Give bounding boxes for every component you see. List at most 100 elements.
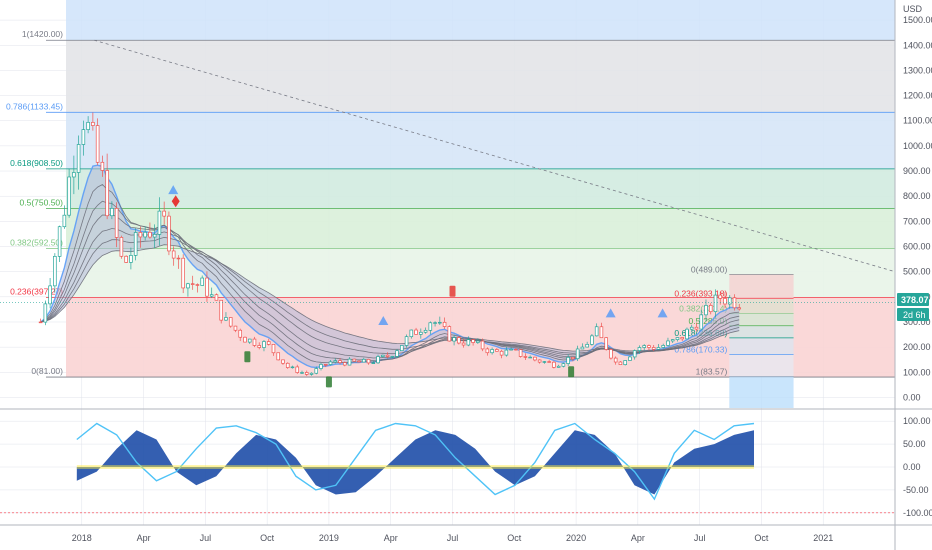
candle-body [580, 346, 585, 350]
candle-body [651, 347, 656, 350]
candle-body [466, 339, 471, 346]
candle-body [376, 356, 380, 364]
candle-body [471, 339, 475, 343]
chart-canvas[interactable]: 1(1420.00) 0.786(1133.45) 0.618(908.50) 0.5… [0, 0, 932, 550]
time-tick-label: 2020 [566, 533, 586, 543]
price-tick-label: 900.00 [903, 166, 931, 176]
candle-body [214, 294, 219, 301]
candle-body [675, 337, 680, 340]
fib2-level-label: 1(83.57) [696, 366, 728, 376]
osc-tick-label: 50.00 [903, 439, 926, 449]
candle-body [404, 336, 409, 346]
candle-body [552, 361, 556, 368]
candle-body [114, 207, 119, 238]
candle-body [433, 322, 437, 324]
candle-body [509, 348, 513, 351]
candle-body [285, 362, 290, 368]
candle-body [670, 339, 675, 342]
osc-tick-label: 0.00 [903, 462, 921, 472]
candle-body [585, 344, 589, 348]
price-tick-label: 600.00 [903, 242, 931, 252]
current-price-text: 378.07 [901, 295, 929, 305]
fib-band [66, 208, 895, 249]
candle-body [67, 176, 71, 216]
candle-body [62, 214, 67, 228]
candle-body [495, 349, 499, 352]
price-tick-label: 500.00 [903, 267, 931, 277]
candle-body [91, 121, 95, 126]
candle-body [699, 314, 704, 330]
candle-body [485, 348, 490, 354]
price-tick-label: 1000.00 [903, 141, 932, 151]
candle-body [604, 337, 608, 350]
candle-body [271, 344, 276, 354]
candle-body [423, 329, 428, 333]
candle-body [480, 340, 485, 350]
candle-body [537, 359, 542, 363]
candle-body [732, 297, 737, 309]
candle-body [252, 338, 257, 346]
candle-body [133, 232, 138, 256]
candle-body [314, 368, 319, 374]
candle-body [447, 326, 452, 342]
candle-body [718, 294, 723, 299]
price-tick-label: 0.00 [903, 392, 921, 402]
time-tick-label: Oct [754, 533, 769, 543]
fib-level-label: 0.382(592.50) [10, 237, 63, 247]
fib2-band [729, 274, 794, 299]
candle-body [518, 349, 523, 357]
candle-body [727, 297, 732, 305]
candle-body [632, 350, 637, 358]
candle-body [266, 341, 271, 345]
countdown-text: 2d 6h [903, 310, 926, 320]
candle-body [124, 255, 128, 263]
price-tick-label: 1500.00 [903, 15, 932, 25]
osc-tick-label: 100.00 [903, 416, 931, 426]
candle-body [713, 294, 718, 313]
candle-body [357, 360, 361, 363]
candle-body [119, 237, 124, 257]
candle-body [452, 337, 456, 342]
time-tick-label: 2021 [813, 533, 833, 543]
candle-body [561, 363, 566, 367]
price-tick-label: 200.00 [903, 342, 931, 352]
candle-body [499, 350, 504, 356]
candle-body [599, 326, 604, 339]
candle-body [53, 256, 57, 287]
time-tick-label: Apr [137, 533, 151, 543]
candle-body [504, 349, 509, 356]
candle-body [400, 345, 404, 352]
candle-body [547, 361, 551, 363]
time-tick-label: Apr [631, 533, 645, 543]
candle-body [571, 357, 575, 360]
candle-body [181, 257, 185, 289]
candle-body [533, 356, 537, 361]
candle-body [76, 144, 81, 173]
candle-body [43, 303, 48, 323]
fib-band [66, 168, 895, 209]
candle-body [347, 358, 352, 366]
candle-body [176, 257, 181, 260]
candle-body [171, 250, 176, 259]
time-tick-label: 2018 [72, 533, 92, 543]
candle-body [167, 215, 171, 252]
candle-body [138, 232, 143, 238]
candle-body [542, 361, 547, 363]
candle-body [110, 207, 114, 217]
candle-body [414, 329, 418, 335]
candle-body [442, 321, 447, 327]
time-tick-label: 2019 [319, 533, 339, 543]
fib-band [66, 112, 895, 169]
candle-body [366, 358, 371, 364]
candle-body [48, 285, 52, 305]
candle-body [323, 364, 328, 366]
candle-body [390, 356, 395, 358]
candle-body [86, 121, 90, 130]
candle-body [385, 354, 390, 357]
fib-band [66, 40, 895, 113]
fib2-band [729, 337, 794, 355]
time-tick-label: Jul [694, 533, 706, 543]
candle-body [276, 352, 281, 361]
price-tick-label: 1300.00 [903, 65, 932, 75]
candle-body [38, 321, 43, 324]
